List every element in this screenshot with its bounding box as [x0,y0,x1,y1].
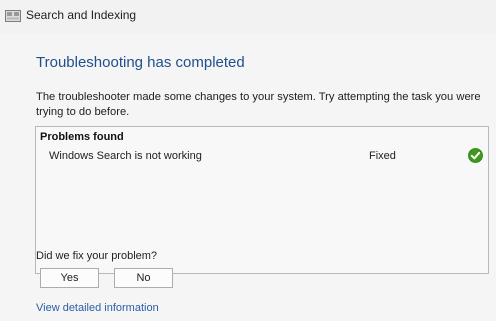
troubleshooter-window: Search and Indexing Troubleshooting has … [0,0,496,321]
window-title: Search and Indexing [26,8,137,22]
title-bar: Search and Indexing [0,0,496,34]
description-text: The troubleshooter made some changes to … [36,91,481,118]
no-button[interactable]: No [114,268,173,288]
feedback-question: Did we fix your problem? [36,250,158,262]
problem-row[interactable]: Windows Search is not working Fixed [36,145,488,169]
problem-name: Windows Search is not working [49,150,202,162]
troubleshooter-icon [5,9,21,22]
problem-status: Fixed [369,150,396,162]
problems-found-header: Problems found [40,131,124,143]
main-content: Troubleshooting has completed The troubl… [0,34,496,321]
green-check-icon [468,148,483,163]
page-title: Troubleshooting has completed [36,54,245,71]
yes-button[interactable]: Yes [40,268,99,288]
view-details-link[interactable]: View detailed information [36,302,159,314]
